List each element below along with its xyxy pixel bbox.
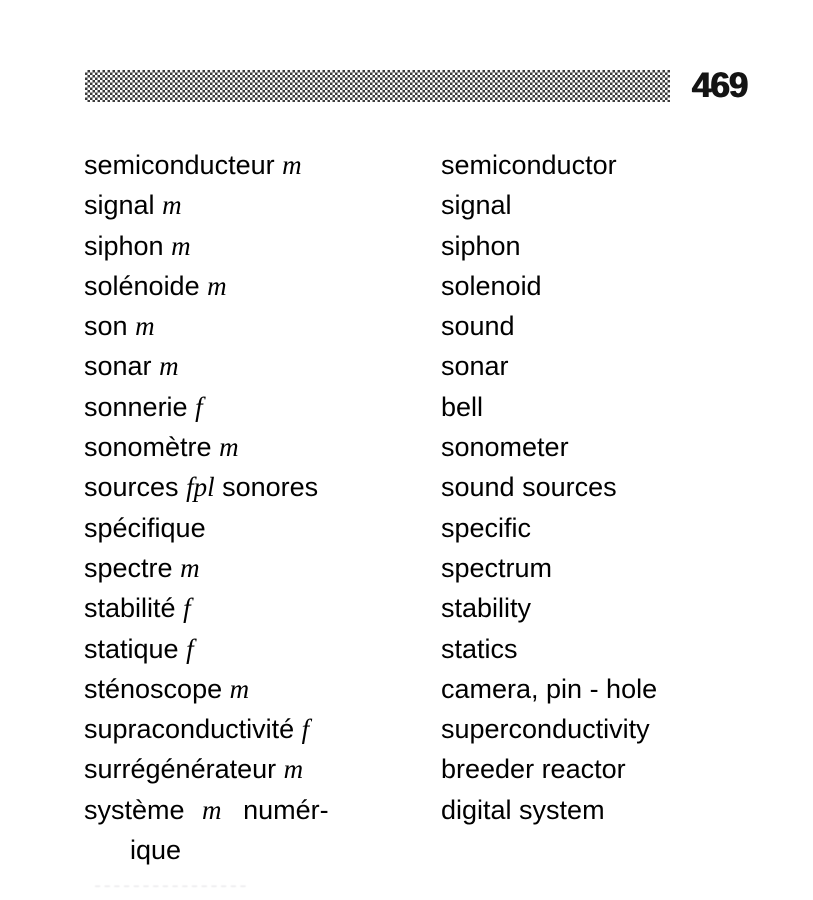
gender-marker: m xyxy=(162,190,182,221)
french-term: surrégénérateur m xyxy=(84,749,434,789)
entry-row: surrégénérateur m breeder reactor xyxy=(84,749,784,789)
dictionary-page: 469 semiconducteur m semiconductor signal … xyxy=(0,0,813,900)
french-headword: siphon xyxy=(84,230,164,261)
english-translation: bell xyxy=(441,391,484,422)
gender-marker: m xyxy=(229,673,250,704)
french-headword: signal xyxy=(84,190,155,221)
english-translation: sonometer xyxy=(441,432,569,463)
english-translation: breeder reactor xyxy=(441,754,626,785)
gender-marker: m xyxy=(135,311,155,342)
entry-row: supraconductivité f superconductivity xyxy=(84,709,784,749)
french-term: siphon m xyxy=(84,226,434,266)
french-headword: sonomètre xyxy=(84,432,212,463)
english-translation: camera, pin - hole xyxy=(441,673,658,704)
french-term: son m xyxy=(84,306,434,346)
french-headword: surrégénérateur xyxy=(84,754,277,785)
french-term: semiconducteur m xyxy=(84,145,434,185)
french-headword: spécifique xyxy=(84,512,206,543)
french-headword: son xyxy=(84,311,128,342)
gender-marker: f xyxy=(195,391,203,422)
french-term: spectre m xyxy=(84,548,434,588)
french-term: statique f xyxy=(84,629,434,669)
entry-row: sources fpl sonores sound sources xyxy=(84,467,784,507)
english-translation: sonar xyxy=(441,351,509,382)
gender-marker: m xyxy=(219,432,239,463)
gender-marker: m xyxy=(180,552,200,583)
english-translation: spectrum xyxy=(441,552,553,583)
gender-marker: f xyxy=(301,714,310,745)
header-halftone-bar xyxy=(85,70,670,102)
english-translation: signal xyxy=(441,190,512,221)
french-term: sonomètre m xyxy=(84,427,434,467)
french-headword: statique xyxy=(84,633,179,664)
gender-marker: m xyxy=(202,794,222,825)
french-term-tail: numér- xyxy=(243,794,329,825)
entry-row: spectre m spectrum xyxy=(84,548,784,588)
french-term: supraconductivité f xyxy=(84,709,434,749)
french-headword: sténoscope xyxy=(84,673,223,704)
french-headword: supraconductivité xyxy=(84,714,295,745)
entry-row: sonomètre m sonometer xyxy=(84,427,784,467)
english-translation: superconductivity xyxy=(441,714,650,745)
french-headword: solénoide xyxy=(84,270,200,301)
french-term: signal m xyxy=(84,185,434,225)
gender-marker: m xyxy=(283,754,304,785)
english-translation: digital system xyxy=(441,794,605,825)
entry-row: sténoscope m camera, pin - hole xyxy=(84,669,784,709)
entry-row: siphon m siphon xyxy=(84,226,784,266)
french-term: sonnerie f xyxy=(84,387,434,427)
entry-row: spécifique specific xyxy=(84,508,784,548)
french-headword: stabilité xyxy=(84,593,176,624)
page-header: 469 xyxy=(0,66,813,106)
entry-row: statique f statics xyxy=(84,629,784,669)
english-translation: solenoid xyxy=(441,270,542,301)
english-translation: statics xyxy=(441,633,518,664)
entry-row: stabilité f stability xyxy=(84,588,784,628)
entry-row: solénoide m solenoid xyxy=(84,266,784,306)
page-number: 469 xyxy=(692,66,748,105)
gender-marker: m xyxy=(171,230,191,261)
gender-marker: m xyxy=(282,150,302,180)
french-term: stabilité f xyxy=(84,588,434,628)
french-term: solénoide m xyxy=(84,266,434,306)
entry-row: son m sound xyxy=(84,306,784,346)
english-translation: semiconductor xyxy=(441,150,617,180)
gender-marker: f xyxy=(186,633,194,664)
entry-row: semiconducteur m semiconductor xyxy=(84,145,784,185)
english-translation: stability xyxy=(441,593,532,624)
french-headword: spectre xyxy=(84,552,173,583)
english-translation: specific xyxy=(441,512,532,543)
french-term: sténoscope m xyxy=(84,669,434,709)
french-term: système m numér- xyxy=(84,790,434,830)
french-term: sonar m xyxy=(84,346,434,386)
entry-row: sonnerie f bell xyxy=(84,387,784,427)
entry-row: système m numér-digital system ique xyxy=(84,790,784,865)
french-headword: sonnerie xyxy=(84,391,188,422)
gender-marker: m xyxy=(207,270,227,301)
french-term: spécifique xyxy=(84,508,434,548)
scan-bleed-through-artifact: ـ ـ ـ ـ ـ ـ ـ ـ ـ ـ ـ ـ ـ ـ ـ ـ xyxy=(95,872,246,891)
french-headword: système xyxy=(84,794,185,825)
gender-marker: m xyxy=(159,351,179,382)
english-translation: siphon xyxy=(441,230,521,261)
french-headword: sonar xyxy=(84,351,152,382)
english-translation: sound sources xyxy=(441,472,617,503)
french-term-tail: sonores xyxy=(222,472,319,503)
french-term-continuation: ique xyxy=(130,835,182,866)
gender-marker: f xyxy=(183,593,191,624)
english-translation: sound xyxy=(441,311,515,342)
entry-row: signal m signal xyxy=(84,185,784,225)
french-headword: semiconducteur xyxy=(84,150,275,180)
french-headword: sources xyxy=(84,472,179,503)
entry-list: semiconducteur m semiconductor signal m sig… xyxy=(84,145,784,865)
entry-row: sonar m sonar xyxy=(84,346,784,386)
french-term: sources fpl sonores xyxy=(84,467,434,507)
gender-marker: fpl xyxy=(186,472,215,503)
